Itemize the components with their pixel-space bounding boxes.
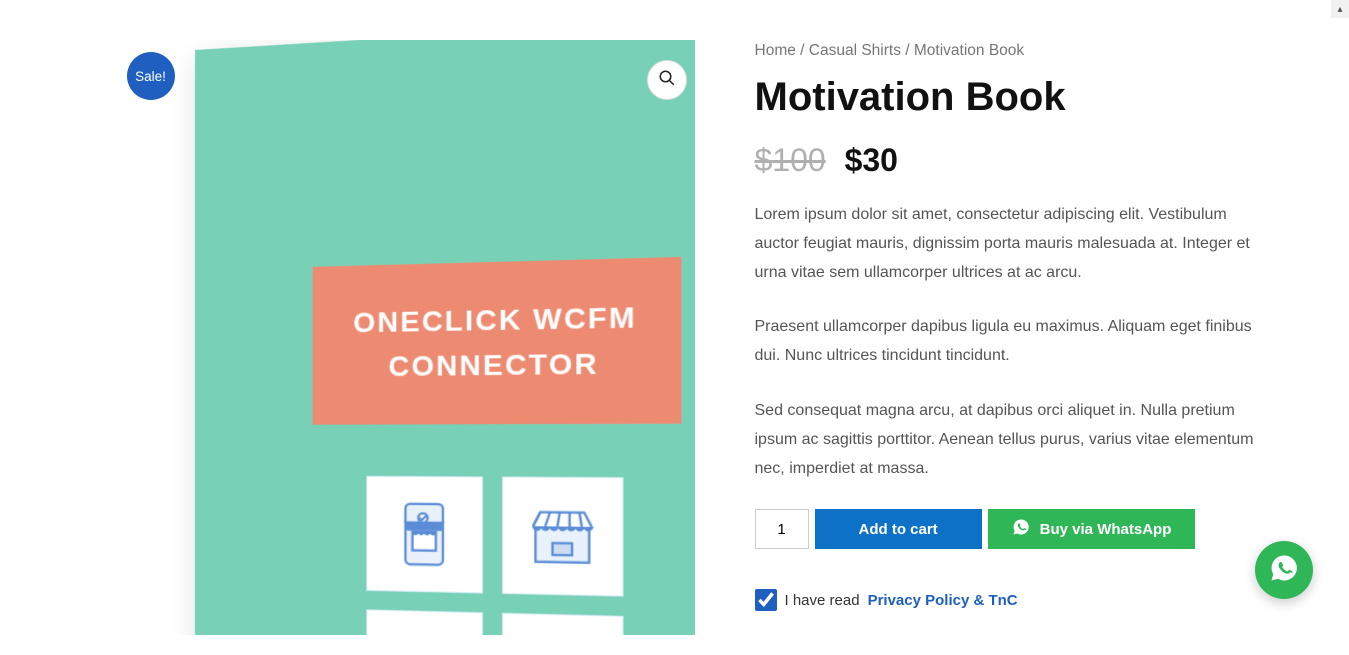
breadcrumb: Home / Casual Shirts / Motivation Book	[755, 42, 1275, 60]
product-title: Motivation Book	[755, 74, 1275, 120]
price-new-value: 30	[862, 142, 898, 178]
product-description-2: Praesent ullamcorper dapibus ligula eu m…	[755, 313, 1275, 371]
whatsapp-icon	[1012, 518, 1030, 540]
breadcrumb-sep: /	[796, 42, 809, 59]
product-page: Sale! ONECLICK WCFM CONNECTOR	[35, 0, 1315, 655]
whatsapp-button-label: Buy via WhatsApp	[1040, 521, 1172, 538]
terms-row: I have read Privacy Policy & TnC	[755, 589, 1275, 611]
product-description-1: Lorem ipsum dolor sit amet, consectetur …	[755, 201, 1275, 287]
shop-phone-icon	[365, 476, 482, 594]
whatsapp-icon	[1269, 553, 1299, 588]
breadcrumb-home[interactable]: Home	[755, 42, 796, 59]
breadcrumb-sep: /	[901, 42, 914, 59]
breadcrumb-category[interactable]: Casual Shirts	[809, 42, 901, 59]
book-cover-title: ONECLICK WCFM CONNECTOR	[312, 257, 681, 425]
book-cover: ONECLICK WCFM CONNECTOR	[195, 40, 695, 635]
zoom-button[interactable]	[647, 60, 687, 100]
terms-text: I have read	[785, 592, 860, 609]
storefront-icon	[501, 476, 622, 596]
currency-symbol: $	[845, 142, 863, 178]
price-new: $30	[845, 142, 898, 178]
product-details: Home / Casual Shirts / Motivation Book M…	[755, 40, 1275, 635]
cover-title-line-2: CONNECTOR	[353, 341, 637, 390]
search-icon	[658, 69, 676, 92]
product-description-3: Sed consequat magna arcu, at dapibus orc…	[755, 397, 1275, 483]
cover-title-line-1: ONECLICK WCFM	[353, 294, 637, 345]
terms-checkbox[interactable]	[755, 589, 777, 611]
scrollbar-up-arrow[interactable]: ▴	[1331, 0, 1349, 18]
add-to-cart-button[interactable]: Add to cart	[815, 509, 982, 549]
product-image-column: Sale! ONECLICK WCFM CONNECTOR	[115, 40, 695, 635]
floating-whatsapp-button[interactable]	[1255, 541, 1313, 599]
price: $100 $30	[755, 142, 1275, 179]
placeholder-icon	[365, 609, 482, 635]
quantity-input[interactable]	[755, 509, 809, 549]
price-old-value: 100	[772, 142, 825, 178]
placeholder-icon	[501, 613, 622, 635]
cart-actions: Add to cart Buy via WhatsApp	[755, 509, 1275, 549]
breadcrumb-current: Motivation Book	[914, 42, 1024, 59]
buy-via-whatsapp-button[interactable]: Buy via WhatsApp	[988, 509, 1196, 549]
price-old: $100	[755, 142, 826, 178]
sale-badge: Sale!	[127, 52, 175, 100]
cover-icon-grid	[365, 476, 622, 635]
currency-symbol: $	[755, 142, 773, 178]
privacy-policy-link[interactable]: Privacy Policy & TnC	[868, 592, 1018, 609]
product-image[interactable]: ONECLICK WCFM CONNECTOR	[115, 40, 695, 635]
